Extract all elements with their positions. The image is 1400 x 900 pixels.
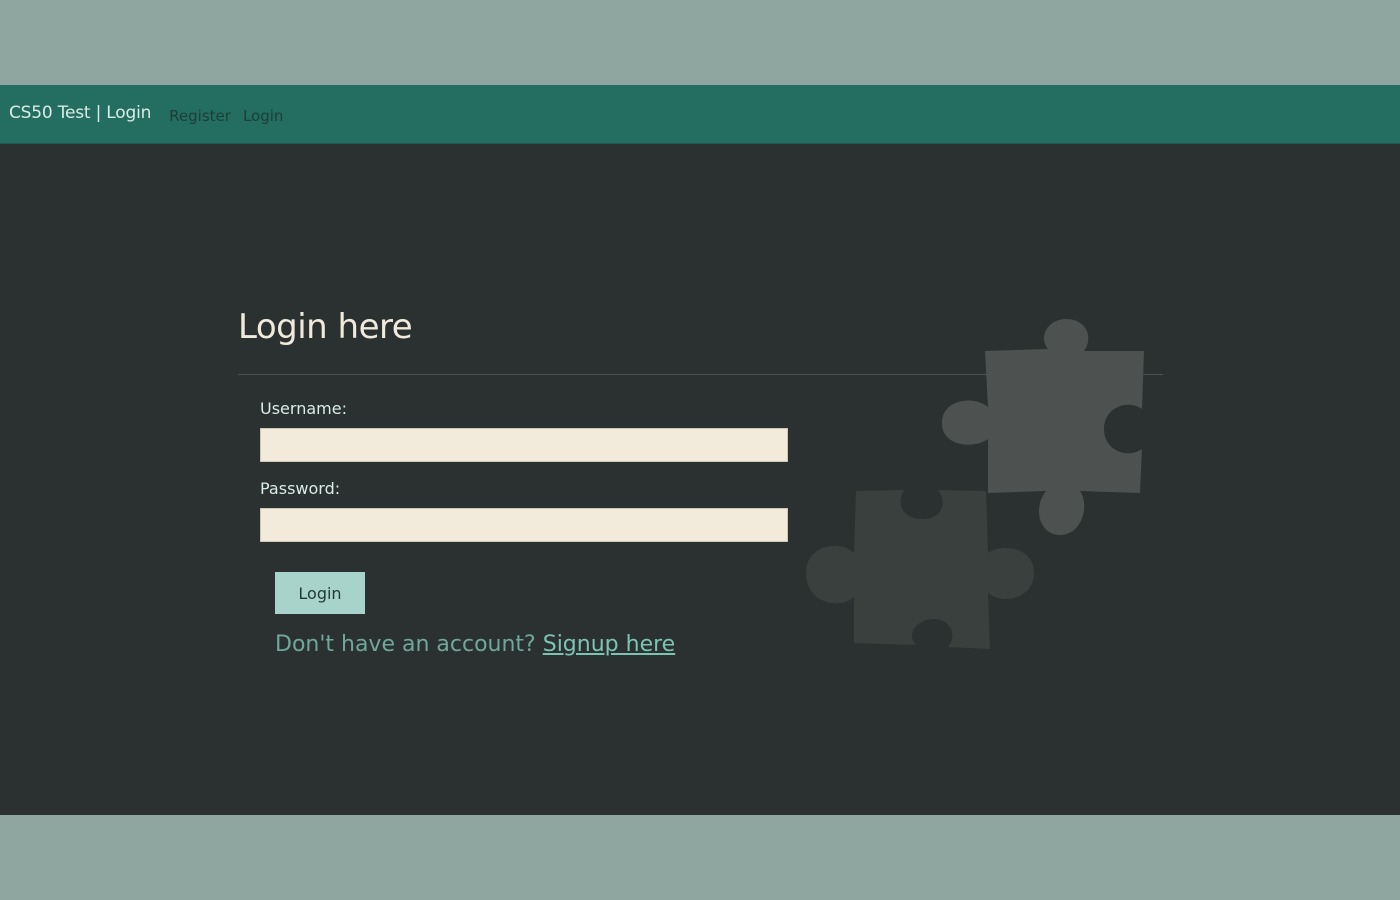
puzzle-pieces-icon [806,319,1144,649]
password-label: Password: [260,479,341,498]
page-title: Login here [238,307,413,347]
app-window: CS50 Test | Login Register Login Login h… [0,85,1400,815]
title-divider [238,374,1163,375]
navbar-brand[interactable]: CS50 Test | Login [9,103,151,123]
signup-prompt: Don't have an account? [275,632,536,657]
login-button[interactable]: Login [275,572,365,614]
username-label: Username: [260,399,347,418]
nav-link-register[interactable]: Register [169,107,231,125]
signup-link[interactable]: Signup here [543,632,675,657]
username-input[interactable] [260,428,788,462]
nav-link-login[interactable]: Login [243,107,283,125]
puzzle-piece-lower [806,490,1034,649]
signup-prompt-row: Don't have an account? Signup here [275,632,675,657]
login-container: Login here Username: Password: Login Don… [238,143,1163,815]
navbar: CS50 Test | Login Register Login [0,85,1400,144]
password-input[interactable] [260,508,788,542]
